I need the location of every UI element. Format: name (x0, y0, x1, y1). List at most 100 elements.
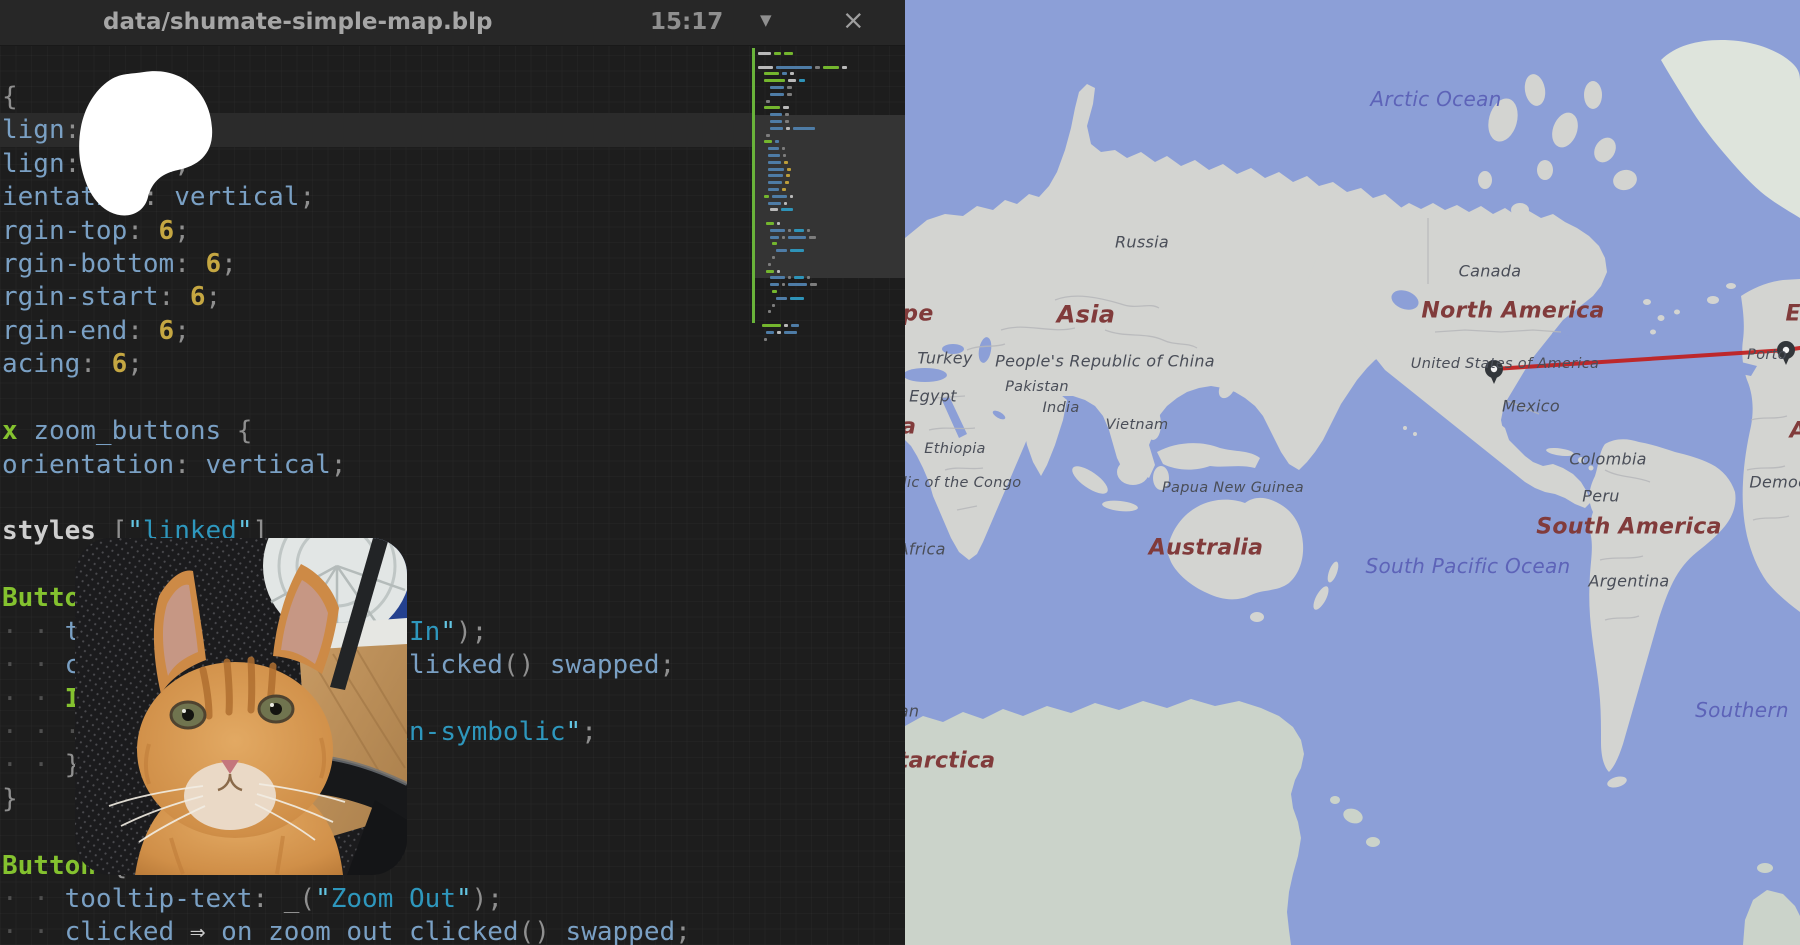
code-token: ; (221, 249, 237, 279)
code-token: : _( (252, 884, 315, 914)
code-editor-pane[interactable]: {lign: lign: start;ientation: vertical;r… (0, 0, 905, 945)
minimap-line (768, 168, 791, 171)
code-token: ; (659, 650, 675, 680)
minimap-segment (790, 249, 804, 252)
code-token: { (221, 416, 252, 446)
minimap-segment (776, 66, 812, 69)
minimap-segment (815, 66, 820, 69)
minimap-line (768, 181, 789, 184)
code-token: 6 (112, 349, 128, 379)
minimap-segment (768, 263, 771, 266)
minimap-segment (791, 324, 799, 327)
minimap-line (772, 256, 775, 259)
minimap-segment (770, 113, 782, 116)
code-token: ⇒ (174, 917, 221, 945)
file-title: data/shumate-simple-map.blp (103, 9, 493, 35)
minimap-segment (777, 222, 780, 225)
minimap-segment (764, 338, 767, 341)
code-token: · · (2, 650, 65, 680)
code-line[interactable]: rgin-bottom: 6; (2, 247, 237, 281)
minimap-line (770, 113, 789, 116)
minimap-line (768, 202, 787, 205)
clock: 15:17 (650, 9, 723, 35)
editor-minimap[interactable] (752, 45, 905, 385)
minimap-line (766, 222, 780, 225)
minimap-line (770, 229, 810, 232)
code-token: rgin-end (2, 316, 127, 346)
minimap-segment (787, 86, 792, 89)
code-token: zoom_buttons (33, 416, 221, 446)
minimap-line (766, 100, 770, 103)
code-token: Zoom Out (331, 884, 456, 914)
minimap-line (770, 236, 816, 239)
code-line[interactable]: · · } (2, 748, 80, 782)
minimap-segment (810, 283, 817, 286)
minimap-segment (794, 276, 804, 279)
minimap-line (758, 52, 793, 55)
code-line[interactable]: · · tooltip-text: _("Zoom Out"); (2, 882, 503, 916)
minimap-segment (807, 229, 810, 232)
minimap-segment (782, 72, 787, 75)
minimap-segment (772, 242, 777, 245)
code-token: 6 (159, 316, 175, 346)
code-token: ; (675, 917, 691, 945)
minimap-line (772, 304, 775, 307)
minimap-segment (776, 249, 787, 252)
world-map[interactable]: Arctic OceanRussiaAsiaEuropeEuropeAfrica… (905, 0, 1800, 945)
code-line[interactable]: rgin-end: 6; (2, 314, 190, 348)
minimap-segment (781, 208, 793, 211)
map-canvas[interactable] (905, 0, 1800, 945)
minimap-segment (764, 79, 785, 82)
code-token: tooltip-text (65, 884, 253, 914)
code-token: ; (581, 717, 597, 747)
minimap-segment (770, 208, 778, 211)
cat-photo-art (75, 538, 407, 875)
code-line[interactable]: · · clicked ⇒ on_zoom_out_clicked() swap… (2, 915, 691, 945)
minimap-segment (785, 120, 789, 123)
minimap-segment (768, 181, 782, 184)
code-token: " (440, 617, 456, 647)
code-line[interactable]: orientation: vertical; (2, 448, 346, 482)
minimap-line (768, 174, 790, 177)
code-token: : (174, 249, 205, 279)
chevron-down-icon[interactable]: ▼ (760, 11, 772, 29)
code-line[interactable]: rgin-start: 6; (2, 280, 221, 314)
minimap-line (764, 79, 805, 82)
editor-titlebar: data/shumate-simple-map.blp 15:17 ▼ × (0, 0, 905, 46)
minimap-segment (768, 202, 781, 205)
code-token: : (174, 450, 205, 480)
code-token: " (315, 884, 331, 914)
minimap-line (768, 310, 771, 313)
minimap-segment (788, 229, 791, 232)
code-token: rgin-start (2, 282, 159, 312)
minimap-segment (786, 174, 790, 177)
close-icon[interactable]: × (842, 5, 865, 36)
code-line[interactable]: } (2, 782, 18, 816)
code-token: 6 (206, 249, 222, 279)
code-token: on_zoom_out_clicked (221, 917, 518, 945)
code-token: 6 (190, 282, 206, 312)
minimap-segment (770, 120, 782, 123)
minimap-segment (764, 195, 769, 198)
minimap-line (766, 270, 780, 273)
app-window: {lign: lign: start;ientation: vertical;r… (0, 0, 1800, 945)
minimap-segment (758, 66, 773, 69)
minimap-line (770, 120, 789, 123)
code-line[interactable]: x zoom_buttons { (2, 414, 252, 448)
code-token: swapped (550, 917, 675, 945)
code-line[interactable]: acing: 6; (2, 347, 143, 381)
minimap-line (776, 297, 804, 300)
minimap-segment (764, 140, 772, 143)
minimap-segment (788, 236, 806, 239)
code-token: ; (331, 450, 347, 480)
minimap-segment (809, 236, 816, 239)
minimap-segment (768, 174, 783, 177)
minimap-segment (768, 147, 779, 150)
code-token: ; (174, 316, 190, 346)
minimap-segment (799, 79, 805, 82)
minimap-line (770, 283, 817, 286)
minimap-line (768, 154, 786, 157)
minimap-line (768, 188, 786, 191)
minimap-line (762, 324, 799, 327)
minimap-segment (764, 72, 779, 75)
